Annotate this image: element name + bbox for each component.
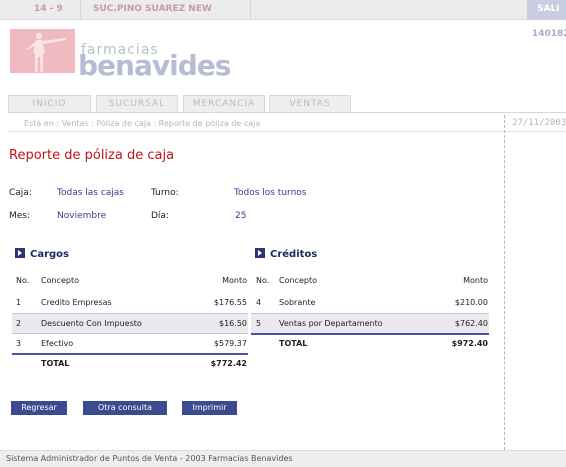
col-header-monto: Monto [222,276,247,285]
footer-bar: Sistema Administrador de Puntos de Venta… [0,450,566,467]
row-concepto: Descuento Con Impuesto [41,319,142,328]
col-header-no: No. [16,276,30,285]
row-monto: $579.37 [213,339,247,348]
arrow-bullet-icon [15,248,25,258]
store-number: 14 - 9 [34,4,63,14]
imprimir-button[interactable]: Imprimir [182,401,237,415]
total-label: TOTAL [41,359,70,368]
row-concepto: Ventas por Departamento [279,319,383,328]
tabs-divider [8,112,566,113]
cargos-title: Cargos [30,249,69,260]
col-header-monto: Monto [463,276,488,285]
total-amount: $972.40 [451,339,488,348]
logo-text-main: benavides [78,49,231,82]
mes-value: Noviembre [57,211,107,221]
benavides-logo: farmacias benavides ® [10,29,231,82]
total-rule [251,333,489,335]
breadcrumb-text: Está en : Ventas : Póliza de caja : Repo… [24,119,261,128]
caja-value: Todas las cajas [57,188,124,198]
separator [250,0,251,20]
breadcrumb: Está en : Ventas : Póliza de caja : Repo… [8,115,504,132]
turno-label: Turno: [151,188,179,198]
page-title: Reporte de póliza de caja [9,148,175,163]
date-display: 27/11/2003 [505,115,566,132]
otra-consulta-button[interactable]: Otra consulta [83,401,167,415]
store-name: SUC.PINO SUAREZ NEW [93,4,212,14]
exit-label: SALI [537,4,560,14]
row-monto: $210.00 [454,298,488,307]
current-date: 27/11/2003 [512,118,566,128]
tab-mercancia[interactable]: MERCANCÍA [183,95,265,113]
col-header-concepto: Concepto [279,276,317,285]
cargos-heading: Cargos [15,248,69,260]
regresar-button[interactable]: Regresar [11,401,67,415]
row-no: 3 [16,339,22,348]
turno-value: Todos los turnos [234,188,307,198]
tab-ventas[interactable]: VENTAS [269,95,351,113]
tab-sucursal[interactable]: SUCURSAL [96,95,178,113]
row-no: 1 [16,298,22,307]
footer-text: Sistema Administrador de Puntos de Venta… [6,454,293,463]
col-header-concepto: Concepto [41,276,79,285]
creditos-title: Créditos [270,249,318,260]
tab-inicio[interactable]: INICIO [8,95,91,113]
row-monto: $16.50 [219,319,247,328]
col-header-no: No. [256,276,270,285]
row-monto: $762.40 [454,319,488,328]
row-concepto: Efectivo [41,339,74,348]
total-amount: $772.42 [210,359,247,368]
exit-button[interactable]: SALI [527,0,566,20]
creditos-heading: Créditos [255,248,317,260]
total-label: TOTAL [279,339,308,348]
row-divider [12,333,248,334]
logo-figure-icon [10,29,75,73]
dia-value: 25 [235,211,247,221]
row-concepto: Credito Empresas [41,298,112,307]
user-id: 140182 [532,29,566,39]
row-no: 5 [256,319,262,328]
total-rule [12,353,248,355]
caja-label: Caja: [9,188,32,198]
row-no: 4 [256,298,262,307]
separator [80,0,81,20]
top-status-bar: 14 - 9 SUC.PINO SUAREZ NEW SALI [0,0,566,20]
logo-registered-mark: ® [224,67,230,74]
dia-label: Día: [151,211,169,221]
row-no: 2 [16,319,22,328]
arrow-bullet-icon [255,248,265,258]
row-concepto: Sobrante [279,298,316,307]
side-divider [504,115,505,450]
row-monto: $176.55 [213,298,247,307]
mes-label: Mes: [9,211,31,221]
